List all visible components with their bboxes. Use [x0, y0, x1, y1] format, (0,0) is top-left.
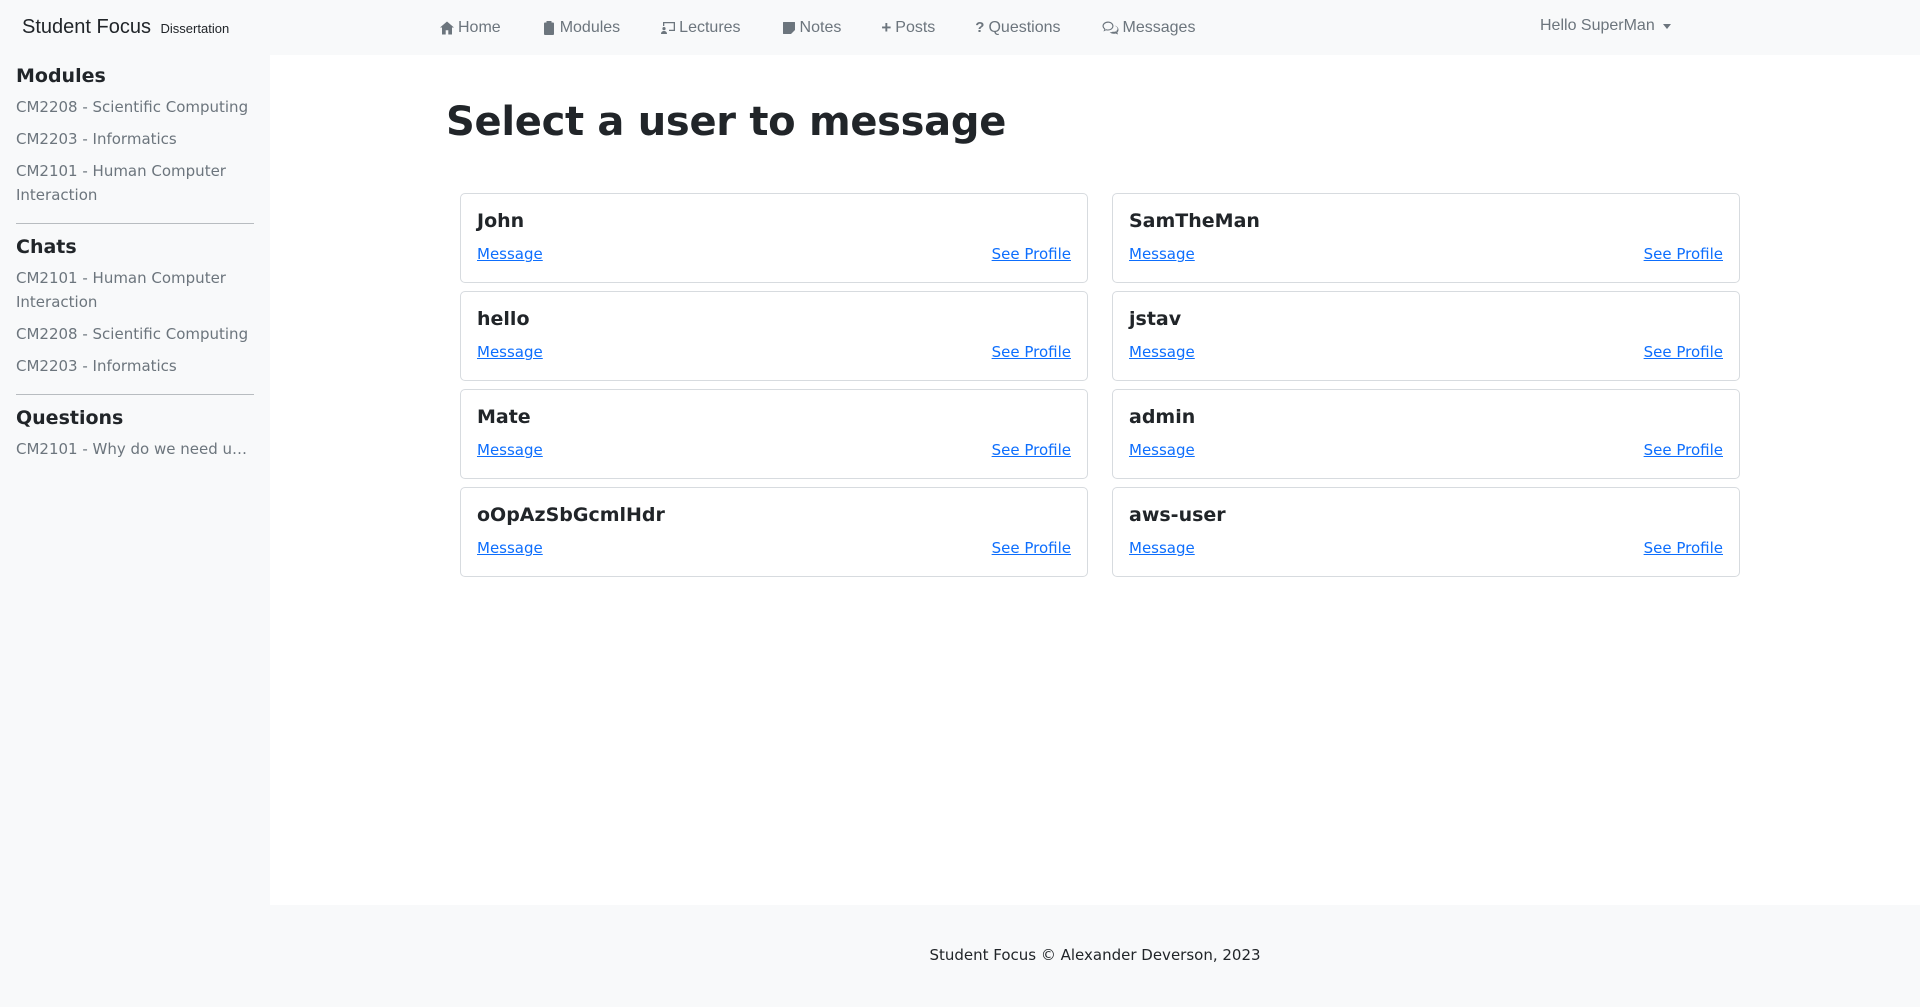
sidebar-chat-link[interactable]: CM2101 - Human Computer Interaction: [16, 266, 254, 314]
user-card: hello Message See Profile: [460, 291, 1088, 381]
nav-lectures-label: Lectures: [679, 18, 741, 36]
sidebar-heading-modules: Modules: [16, 65, 106, 87]
sidebar-module-link[interactable]: CM2208 - Scientific Computing: [16, 95, 254, 119]
message-link[interactable]: Message: [477, 245, 543, 263]
sidebar-divider: [16, 223, 254, 224]
user-card: Mate Message See Profile: [460, 389, 1088, 479]
user-card: oOpAzSbGcmlHdr Message See Profile: [460, 487, 1088, 577]
message-link[interactable]: Message: [1129, 441, 1195, 459]
user-name: SamTheMan: [1129, 210, 1260, 232]
sidebar-chat-link[interactable]: CM2208 - Scientific Computing: [16, 322, 254, 346]
message-link[interactable]: Message: [477, 539, 543, 557]
nav-notes-label: Notes: [799, 18, 842, 36]
see-profile-link[interactable]: See Profile: [992, 343, 1071, 361]
nav-messages-label: Messages: [1122, 18, 1196, 36]
user-card: SamTheMan Message See Profile: [1112, 193, 1740, 283]
sidebar-heading-chats: Chats: [16, 236, 77, 258]
user-name: oOpAzSbGcmlHdr: [477, 504, 665, 526]
message-link[interactable]: Message: [1129, 245, 1195, 263]
user-name: admin: [1129, 406, 1196, 428]
user-card: aws-user Message See Profile: [1112, 487, 1740, 577]
main-content: Select a user to message John Message Se…: [270, 55, 1920, 905]
user-greeting: Hello SuperMan: [1540, 17, 1655, 34]
question-icon: ?: [975, 19, 985, 36]
sidebar-heading-questions: Questions: [16, 407, 124, 429]
nav-notes[interactable]: Notes: [761, 19, 862, 37]
message-link[interactable]: Message: [477, 343, 543, 361]
sidebar-chat-link[interactable]: CM2203 - Informatics: [16, 354, 254, 378]
user-name: John: [477, 210, 525, 232]
footer-copyright: Student Focus © Alexander Deverson, 2023: [929, 946, 1261, 964]
message-link[interactable]: Message: [1129, 539, 1195, 557]
user-card: jstav Message See Profile: [1112, 291, 1740, 381]
sidebar-chats-section: Chats CM2101 - Human Computer Interactio…: [16, 236, 254, 378]
top-navbar: Student Focus Dissertation Home Modules …: [0, 0, 1920, 55]
presentation-icon: [661, 21, 676, 34]
home-icon: [440, 21, 454, 34]
sidebar-question-link[interactable]: CM2101 - Why do we need user testing?: [16, 437, 254, 461]
sidebar-questions-section: Questions CM2101 - Why do we need user t…: [16, 407, 254, 461]
nav-home[interactable]: Home: [439, 19, 521, 37]
nav-questions-label: Questions: [988, 18, 1061, 36]
see-profile-link[interactable]: See Profile: [992, 441, 1071, 459]
see-profile-link[interactable]: See Profile: [1644, 441, 1723, 459]
caret-down-icon: [1662, 23, 1671, 29]
brand-logo[interactable]: Student Focus Dissertation: [22, 16, 229, 39]
plus-icon: +: [881, 17, 892, 37]
chat-icon: [1102, 21, 1119, 34]
nav-modules-label: Modules: [559, 18, 621, 36]
user-name: jstav: [1129, 308, 1182, 330]
see-profile-link[interactable]: See Profile: [1644, 539, 1723, 557]
see-profile-link[interactable]: See Profile: [1644, 245, 1723, 263]
nav-lectures[interactable]: Lectures: [640, 19, 760, 37]
user-name: aws-user: [1129, 504, 1226, 526]
nav-links: Home Modules Lectures Notes + Posts ? Qu…: [439, 0, 1215, 55]
message-link[interactable]: Message: [1129, 343, 1195, 361]
sidebar-divider: [16, 394, 254, 395]
brand-subtitle: Dissertation: [160, 21, 230, 36]
nav-posts-label: Posts: [895, 18, 936, 36]
page-title: Select a user to message: [446, 99, 1007, 145]
user-name: hello: [477, 308, 530, 330]
user-card: John Message See Profile: [460, 193, 1088, 283]
sidebar: Modules CM2208 - Scientific Computing CM…: [0, 55, 270, 905]
see-profile-link[interactable]: See Profile: [992, 245, 1071, 263]
message-link[interactable]: Message: [477, 441, 543, 459]
nav-posts[interactable]: + Posts: [861, 18, 955, 38]
footer: Student Focus © Alexander Deverson, 2023: [0, 905, 1920, 1007]
sidebar-module-link[interactable]: CM2203 - Informatics: [16, 127, 254, 151]
nav-questions[interactable]: ? Questions: [955, 19, 1080, 37]
user-card: admin Message See Profile: [1112, 389, 1740, 479]
see-profile-link[interactable]: See Profile: [992, 539, 1071, 557]
nav-home-label: Home: [458, 18, 501, 36]
clipboard-icon: [543, 20, 554, 35]
note-icon: [782, 21, 795, 34]
nav-modules[interactable]: Modules: [521, 19, 640, 37]
nav-messages[interactable]: Messages: [1081, 19, 1216, 37]
sidebar-modules-section: Modules CM2208 - Scientific Computing CM…: [16, 55, 254, 207]
user-menu-dropdown[interactable]: Hello SuperMan: [1540, 17, 1671, 35]
brand-name[interactable]: Student Focus: [22, 16, 151, 38]
user-name: Mate: [477, 406, 531, 428]
sidebar-module-link[interactable]: CM2101 - Human Computer Interaction: [16, 159, 254, 207]
see-profile-link[interactable]: See Profile: [1644, 343, 1723, 361]
